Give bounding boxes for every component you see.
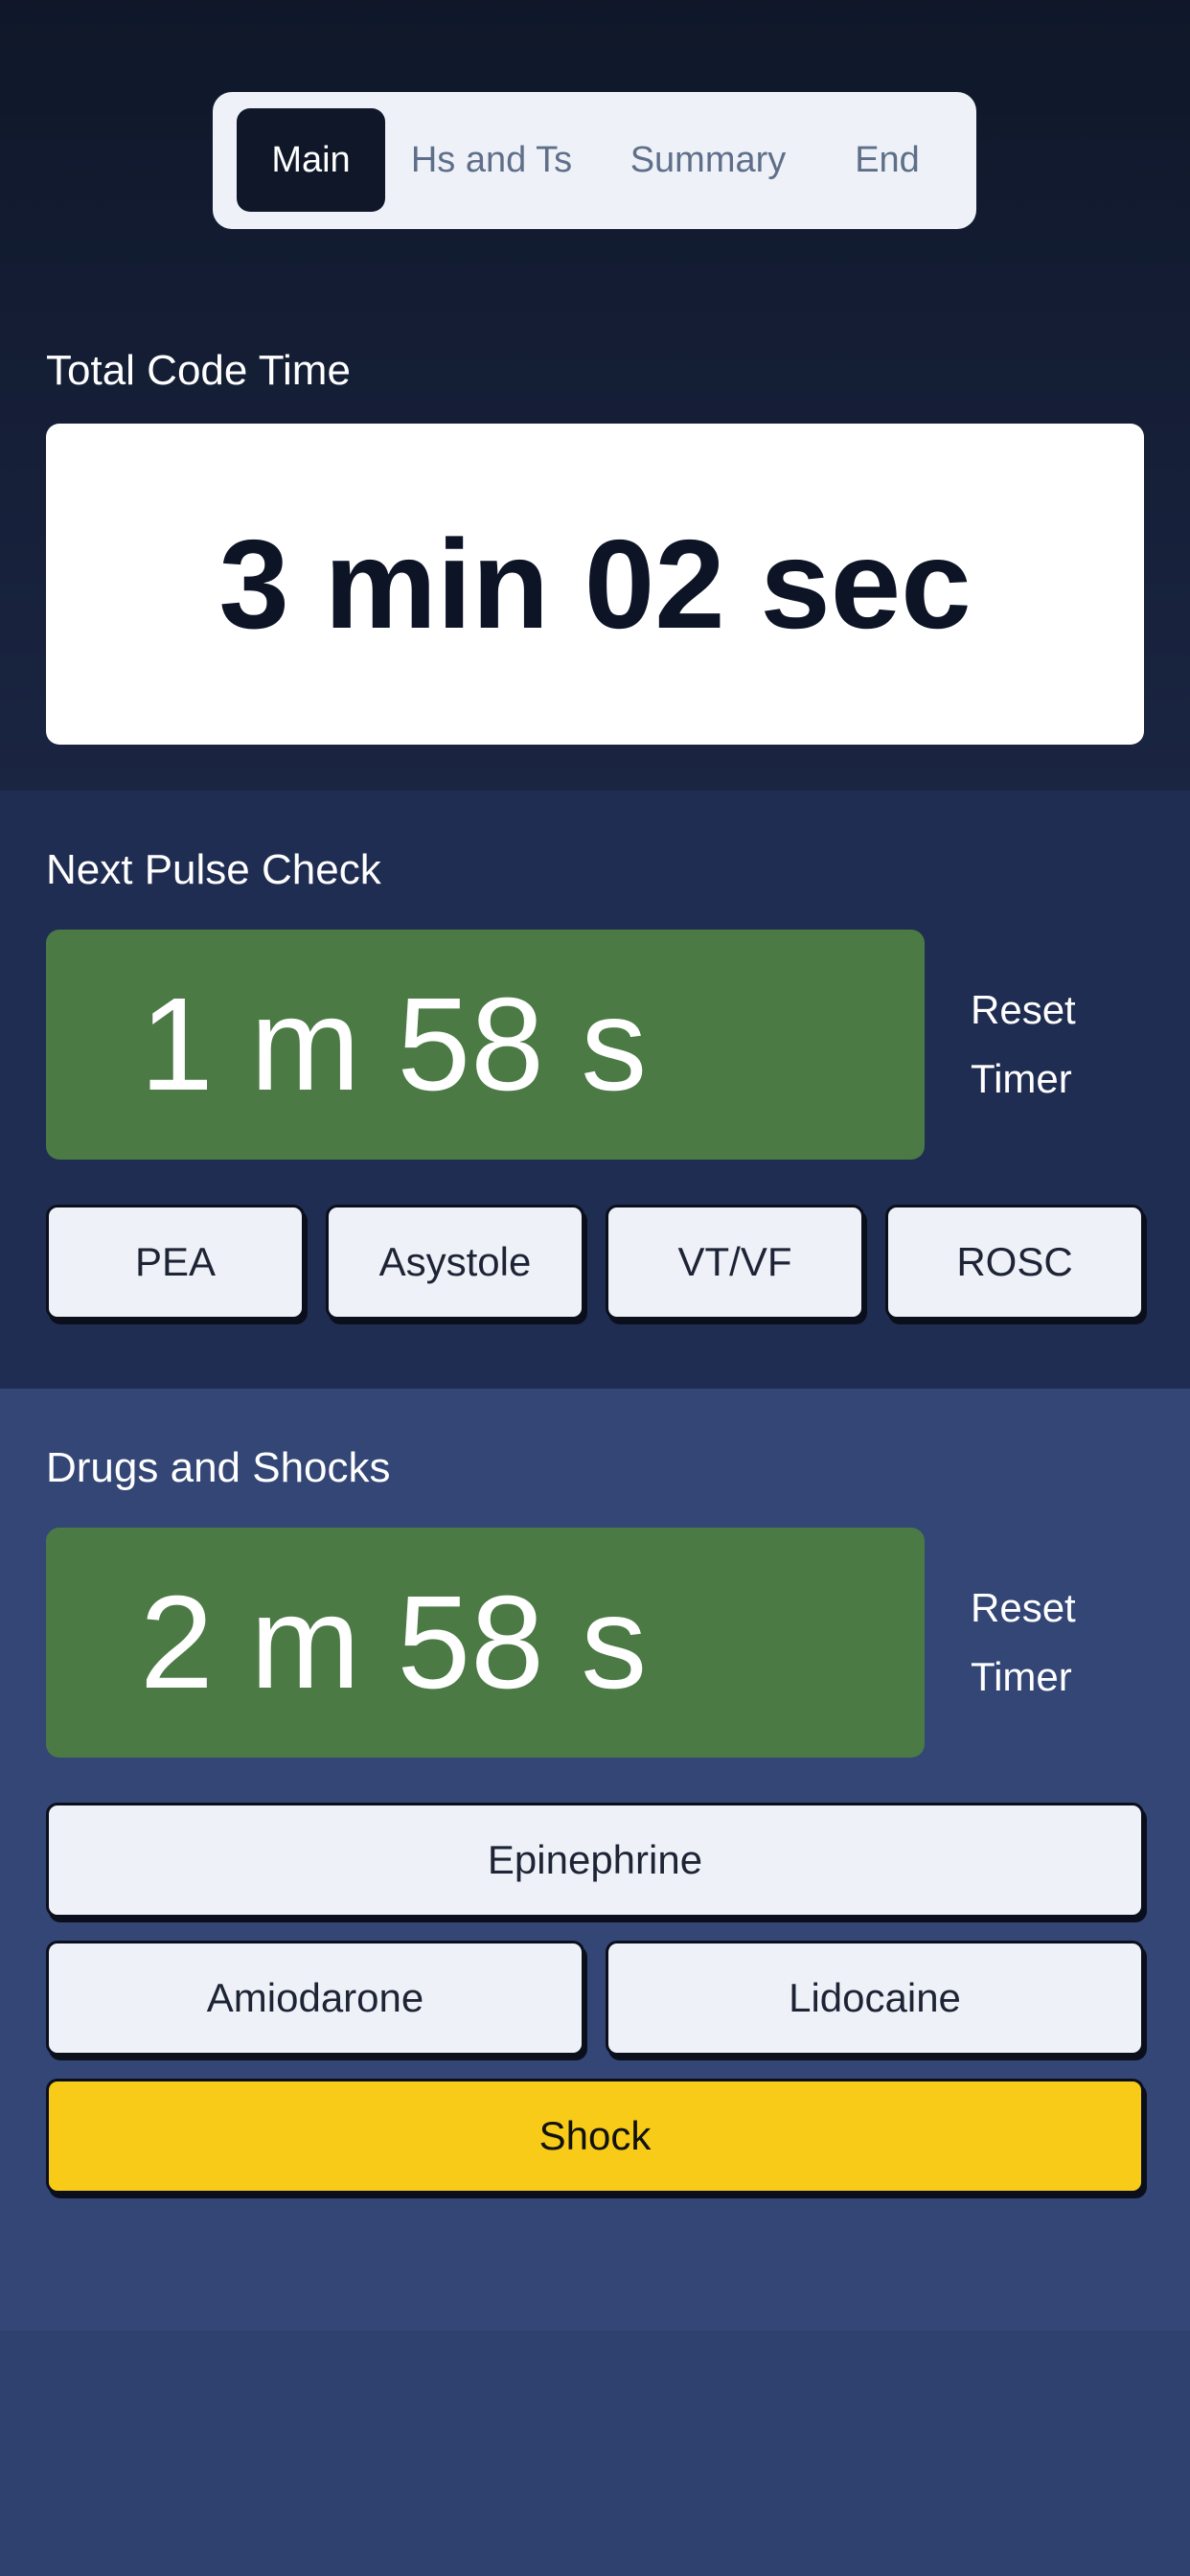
amiodarone-button[interactable]: Amiodarone bbox=[46, 1941, 584, 2056]
pea-button[interactable]: PEA bbox=[46, 1205, 305, 1320]
drugs-reset-timer-button[interactable]: Reset Timer bbox=[971, 1574, 1114, 1712]
epinephrine-button[interactable]: Epinephrine bbox=[46, 1803, 1144, 1918]
footer-band bbox=[0, 2331, 1190, 2576]
asystole-button[interactable]: Asystole bbox=[326, 1205, 584, 1320]
total-code-time-display: 3 min 02 sec bbox=[46, 424, 1144, 745]
tab-summary[interactable]: Summary bbox=[615, 108, 801, 212]
shock-button[interactable]: Shock bbox=[46, 2079, 1144, 2194]
tab-end[interactable]: End bbox=[820, 108, 954, 212]
drugs-and-shocks-label: Drugs and Shocks bbox=[46, 1444, 391, 1491]
rosc-button[interactable]: ROSC bbox=[885, 1205, 1144, 1320]
next-pulse-check-label: Next Pulse Check bbox=[46, 846, 381, 893]
drugs-timer: 2 m 58 s bbox=[46, 1528, 925, 1758]
lidocaine-button[interactable]: Lidocaine bbox=[606, 1941, 1144, 2056]
pulse-check-timer: 1 m 58 s bbox=[46, 930, 925, 1160]
tab-hs-and-ts[interactable]: Hs and Ts bbox=[399, 108, 584, 212]
pulse-reset-timer-button[interactable]: Reset Timer bbox=[971, 976, 1114, 1114]
vt-vf-button[interactable]: VT/VF bbox=[606, 1205, 864, 1320]
total-code-time-label: Total Code Time bbox=[46, 347, 351, 394]
tab-bar: Main Hs and Ts Summary End bbox=[213, 92, 976, 229]
tab-main[interactable]: Main bbox=[237, 108, 385, 212]
